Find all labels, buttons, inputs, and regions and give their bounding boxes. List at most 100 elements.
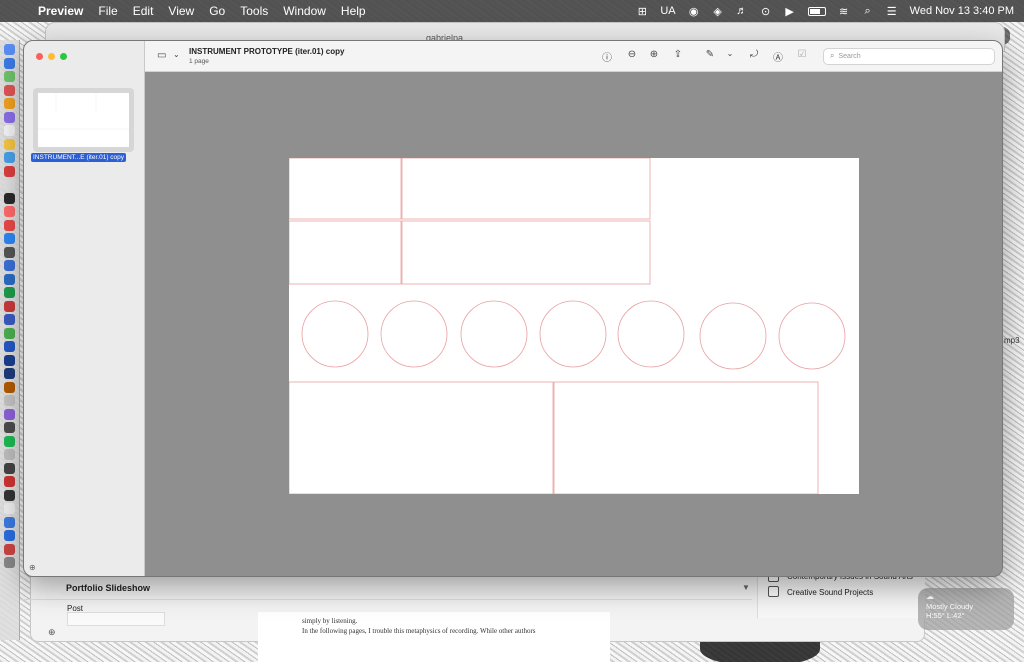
dock-app-icon[interactable] xyxy=(4,44,15,55)
menu-bar: Preview File Edit View Go Tools Window H… xyxy=(0,0,1024,22)
dock-app-icon[interactable] xyxy=(4,111,15,123)
dock-app-icon[interactable] xyxy=(4,327,15,339)
panel-outline xyxy=(401,158,651,220)
cloud-icon: ☁ xyxy=(926,592,934,601)
weather-widget[interactable]: ☁ Mostly Cloudy H:55° L:42° xyxy=(918,588,1014,630)
dock-app-icon[interactable] xyxy=(4,219,15,231)
dock-app-icon[interactable] xyxy=(4,476,15,487)
dock-app-icon[interactable] xyxy=(4,84,15,96)
menu-window[interactable]: Window xyxy=(283,4,326,18)
menu-go[interactable]: Go xyxy=(209,4,225,18)
dock-app-icon[interactable] xyxy=(4,233,15,244)
search-icon[interactable]: ⌕ xyxy=(862,5,874,18)
dock-app-icon[interactable] xyxy=(4,354,15,366)
dock-app-icon[interactable] xyxy=(4,300,15,312)
dock-app-icon[interactable] xyxy=(4,543,15,555)
rotate-icon[interactable]: ⤾ xyxy=(747,49,761,60)
dock-app-icon[interactable] xyxy=(4,71,15,82)
dock-app-icon[interactable] xyxy=(4,462,15,474)
dock-app-icon[interactable] xyxy=(4,273,15,285)
dock-app-icon[interactable] xyxy=(4,287,15,298)
dock-app-icon[interactable] xyxy=(4,368,15,379)
share-icon[interactable]: ⇪ xyxy=(671,49,685,60)
menu-file[interactable]: File xyxy=(98,4,117,18)
input-source-label[interactable]: UA xyxy=(660,5,675,17)
dock-app-icon[interactable] xyxy=(4,435,15,447)
audio-icon[interactable]: ♬ xyxy=(736,5,748,17)
info-icon[interactable]: ⓘ xyxy=(600,49,614,64)
dock-app-icon[interactable] xyxy=(4,246,15,258)
vpn-icon[interactable]: ◈ xyxy=(712,5,724,18)
dock-app-icon[interactable] xyxy=(4,179,15,190)
dock-app-icon[interactable] xyxy=(4,489,15,501)
sidebar-add-icon[interactable]: ⊕ xyxy=(29,563,36,572)
minimize-window-button[interactable] xyxy=(48,53,55,60)
document-page[interactable] xyxy=(289,158,859,494)
sidebar-toggle-icon[interactable]: ▭ xyxy=(157,50,166,61)
zoom-in-icon[interactable]: ⊕ xyxy=(647,49,661,60)
page-thumbnail[interactable] xyxy=(33,88,134,152)
background-document: simply by listening. In the following pa… xyxy=(258,612,610,662)
battery-icon[interactable] xyxy=(807,6,826,16)
knob-outline xyxy=(460,300,528,368)
checkbox-label: Creative Sound Projects xyxy=(787,588,874,597)
menu-view[interactable]: View xyxy=(168,4,194,18)
menu-clock[interactable]: Wed Nov 13 3:40 PM xyxy=(910,5,1014,17)
markup-chevron-icon[interactable]: ⌄ xyxy=(723,49,737,58)
thumbnail-label[interactable]: INSTRUMENT...E (iter.01) copy xyxy=(31,153,127,162)
knob-outline xyxy=(778,302,846,370)
dock-app-icon[interactable] xyxy=(4,138,15,150)
dock-app-icon[interactable] xyxy=(4,165,15,177)
add-icon[interactable]: ⊕ xyxy=(48,627,56,638)
control-center-icon[interactable]: ☰ xyxy=(886,5,898,18)
dock-app-icon[interactable] xyxy=(4,192,15,204)
panel-outline xyxy=(289,158,402,220)
checkbox-creative-sound[interactable] xyxy=(768,586,779,597)
wifi-icon[interactable]: ≋ xyxy=(838,5,850,18)
dock-app-icon[interactable] xyxy=(4,395,15,406)
chevron-down-icon[interactable]: ⌄ xyxy=(173,50,180,59)
menu-app-name[interactable]: Preview xyxy=(38,4,83,18)
dock-app-icon[interactable] xyxy=(4,503,15,514)
portfolio-dropdown-value[interactable]: Portfolio Slideshow xyxy=(66,583,150,593)
instrument-layout-drawing xyxy=(289,158,846,494)
dropdown-arrow-icon[interactable]: ▼ xyxy=(742,583,750,592)
dock-app-icon[interactable] xyxy=(4,449,15,460)
dock-app-icon[interactable] xyxy=(4,260,15,271)
annotate-icon[interactable]: Ⓐ xyxy=(771,49,785,64)
markup-pen-icon[interactable]: ✎ xyxy=(703,49,717,60)
dock-app-icon[interactable] xyxy=(4,381,15,393)
play-icon[interactable]: ⊙ xyxy=(760,5,772,18)
thumbnail-preview xyxy=(38,93,129,147)
dock-app-icon[interactable] xyxy=(4,341,15,352)
thumbnail-drawing xyxy=(38,93,129,130)
search-input[interactable]: ⌕ Search xyxy=(823,48,995,65)
thumbnail-sidebar: INSTRUMENT...E (iter.01) copy ⊕ xyxy=(24,41,145,576)
zoom-window-button[interactable] xyxy=(60,53,67,60)
knob-outline xyxy=(699,302,767,370)
desktop-file-label[interactable]: mp3 xyxy=(1004,336,1020,345)
dock-app-icon[interactable] xyxy=(4,530,15,541)
record-icon[interactable]: ◉ xyxy=(688,5,700,18)
dock-app-icon[interactable] xyxy=(4,422,15,433)
zoom-out-icon[interactable]: ⊖ xyxy=(625,49,639,60)
panel-outline xyxy=(553,381,819,494)
translate-icon[interactable]: ⊞ xyxy=(636,5,648,18)
dock-app-icon[interactable] xyxy=(4,206,15,217)
dock-app-icon[interactable] xyxy=(4,408,15,420)
close-window-button[interactable] xyxy=(36,53,43,60)
dock-app-icon[interactable] xyxy=(4,314,15,325)
dock-app-icon[interactable] xyxy=(4,557,15,568)
document-canvas[interactable] xyxy=(145,72,1002,576)
page-count: 1 page xyxy=(189,58,209,65)
form-fill-icon[interactable]: ☑ xyxy=(795,49,809,60)
dock-app-icon[interactable] xyxy=(4,516,15,528)
menu-tools[interactable]: Tools xyxy=(240,4,268,18)
media-icon[interactable]: ▶ xyxy=(784,5,796,18)
menu-edit[interactable]: Edit xyxy=(133,4,154,18)
dock-app-icon[interactable] xyxy=(4,152,15,163)
dock-app-icon[interactable] xyxy=(4,57,15,69)
dock-app-icon[interactable] xyxy=(4,125,15,136)
menu-help[interactable]: Help xyxy=(341,4,366,18)
dock-app-icon[interactable] xyxy=(4,98,15,109)
